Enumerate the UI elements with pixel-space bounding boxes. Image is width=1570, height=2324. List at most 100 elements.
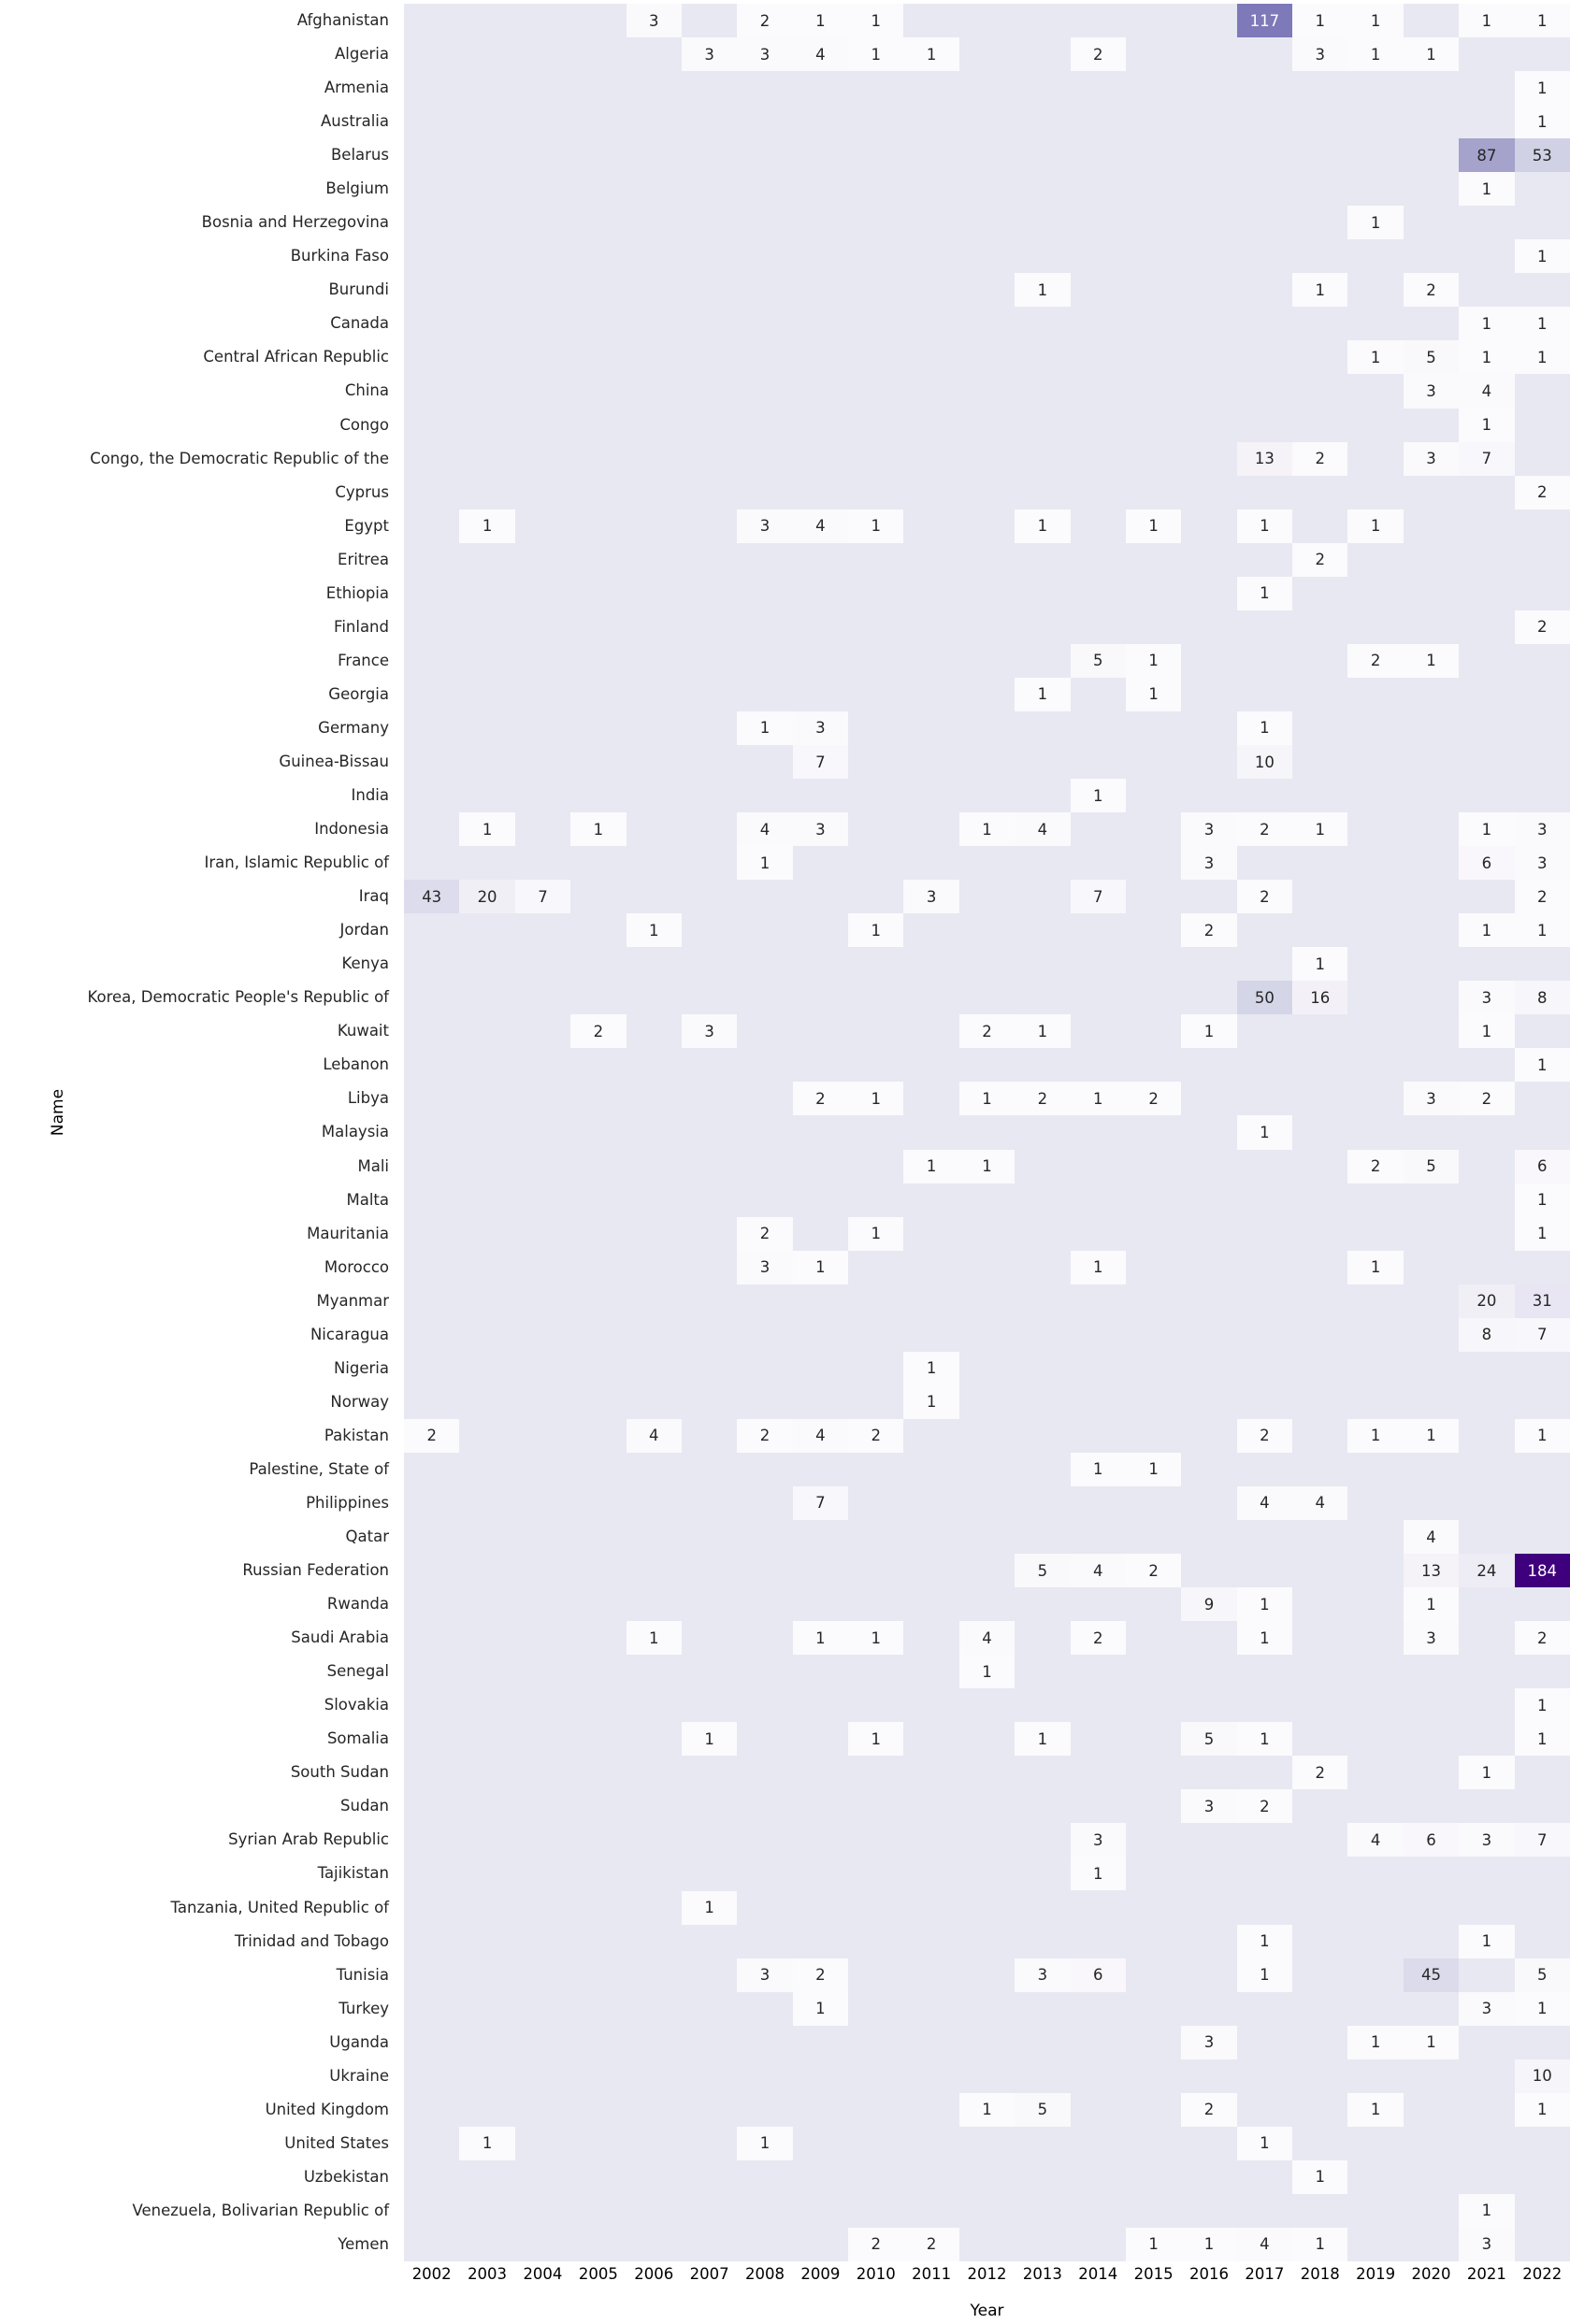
x-tick-label: 2016	[1189, 2265, 1230, 2283]
heatmap-cell: 1	[1015, 1014, 1071, 1049]
heatmap-cell: 1	[1514, 4, 1570, 38]
heatmap-cell: 1	[1347, 340, 1404, 375]
heatmap-cell: 1	[903, 1351, 959, 1385]
y-tick-label: Yemen	[338, 2234, 389, 2253]
heatmap-cell: 1	[1347, 206, 1404, 240]
heatmap-cell: 1	[1459, 2193, 1515, 2228]
heatmap-cell: 3	[1181, 846, 1237, 881]
y-tick-label: Russian Federation	[242, 1561, 389, 1580]
y-tick-label: Myanmar	[316, 1291, 389, 1310]
heatmap-cell: 1	[1403, 2025, 1460, 2059]
heatmap-cell: 8	[1459, 1317, 1515, 1352]
heatmap-cell: 1	[1403, 37, 1460, 72]
heatmap-cell: 1	[1236, 2126, 1293, 2160]
heatmap-cell: 1	[1514, 307, 1570, 341]
heatmap-cell: 1	[1514, 71, 1570, 106]
heatmap-cell: 7	[1514, 1823, 1570, 1858]
heatmap-cell: 3	[1403, 374, 1460, 409]
heatmap-cell: 1	[1125, 509, 1182, 543]
y-tick-label: Burkina Faso	[290, 247, 389, 265]
y-tick-label: Central African Republic	[203, 348, 389, 366]
heatmap-cell: 1	[1347, 4, 1404, 38]
heatmap-cell: 1	[737, 846, 793, 881]
y-tick-label: Ukraine	[329, 2066, 389, 2085]
heatmap-cell: 3	[1015, 1958, 1071, 1992]
x-tick-label: 2021	[1466, 2265, 1506, 2283]
y-tick-label: Ethiopia	[325, 583, 389, 602]
heatmap-cell: 1	[1514, 1722, 1570, 1757]
y-tick-label: Belarus	[330, 146, 389, 165]
heatmap-figure: Name Afghanistan Algeria Armenia Australia B…	[0, 0, 1570, 2324]
y-tick-label: South Sudan	[290, 1763, 389, 1782]
y-tick-label: Iraq	[358, 887, 389, 906]
heatmap-cell: 2	[958, 1014, 1015, 1049]
x-tick-label: 2020	[1411, 2265, 1451, 2283]
heatmap-cell: 1	[626, 913, 682, 948]
heatmap-cell: 4	[1292, 1485, 1348, 1520]
heatmap-cell: 1	[1181, 1014, 1237, 1049]
heatmap-cell: 1	[1459, 340, 1515, 375]
heatmap-cell: 3	[1181, 812, 1237, 847]
y-tick-label: Lebanon	[323, 1055, 389, 1074]
y-tick-label: Sudan	[340, 1797, 389, 1815]
heatmap-cell: 1	[1292, 4, 1348, 38]
heatmap-cell: 3	[1070, 1823, 1126, 1858]
heatmap-cell: 1	[1236, 1587, 1293, 1622]
heatmap-cell: 2	[1015, 1082, 1071, 1116]
heatmap-cell: 5	[1514, 1958, 1570, 1992]
heatmap-cell: 1	[1125, 643, 1182, 678]
heatmap-cell: 2	[737, 1418, 793, 1453]
x-tick-label: 2019	[1356, 2265, 1396, 2283]
heatmap-cell: 4	[792, 509, 849, 543]
y-tick-label: Burundi	[328, 280, 389, 299]
heatmap-cell: 3	[792, 812, 849, 847]
heatmap-cell: 3	[1459, 2227, 1515, 2261]
y-tick-label: Senegal	[326, 1662, 389, 1681]
heatmap-cell: 4	[737, 812, 793, 847]
heatmap-cell: 3	[1459, 1823, 1515, 1858]
heatmap-cell: 3	[1181, 1789, 1237, 1824]
heatmap-cell: 7	[514, 880, 571, 914]
heatmap-cell: 24	[1459, 1554, 1515, 1588]
heatmap-cell: 1	[1015, 677, 1071, 711]
x-tick-label: 2009	[800, 2265, 841, 2283]
heatmap-cell: 7	[792, 1485, 849, 1520]
y-tick-label: Nigeria	[333, 1358, 389, 1377]
heatmap-cell: 4	[1236, 2227, 1293, 2261]
y-tick-label: Georgia	[328, 684, 389, 703]
y-tick-label: Somalia	[326, 1729, 389, 1748]
heatmap-cell: 1	[958, 1149, 1015, 1184]
heatmap-grid: 3 2 1 1 117 1 1 1 1 3 3 4 1 1 2 3 1 1 1 1 87 53 1 1 1 1 1 2 1 1 1 5 1 1 3 4…	[404, 4, 1570, 2261]
heatmap-cell: 1	[1514, 340, 1570, 375]
y-tick-label: Venezuela, Bolivarian Republic of	[132, 2201, 389, 2219]
x-axis-tick-labels: 2002 2003 2004 2005 2006 2007 2008 2009 2010 2011…	[404, 2265, 1570, 2288]
heatmap-cell: 4	[1347, 1823, 1404, 1858]
x-tick-label: 2011	[912, 2265, 952, 2283]
y-tick-label: Tunisia	[336, 1965, 389, 1984]
heatmap-cell: 1	[1514, 1688, 1570, 1723]
heatmap-cell: 117	[1236, 4, 1293, 38]
heatmap-cell: 1	[1292, 947, 1348, 982]
y-tick-label: Mali	[357, 1156, 389, 1175]
heatmap-cell: 9	[1181, 1587, 1237, 1622]
heatmap-cell: 2	[1181, 2092, 1237, 2127]
heatmap-cell: 1	[681, 1722, 738, 1757]
heatmap-cell: 1	[1236, 1924, 1293, 1958]
heatmap-cell: 2	[903, 2227, 959, 2261]
heatmap-cell: 1	[1292, 2227, 1348, 2261]
heatmap-cell: 1	[1514, 2092, 1570, 2127]
y-tick-label: Kuwait	[337, 1022, 389, 1040]
heatmap-cell: 4	[1070, 1554, 1126, 1588]
heatmap-cell: 3	[737, 1250, 793, 1284]
heatmap-cell: 2	[1125, 1554, 1182, 1588]
y-tick-label: Korea, Democratic People's Republic of	[87, 988, 390, 1007]
heatmap-cell: 1	[1347, 509, 1404, 543]
heatmap-cell: 3	[737, 1958, 793, 1992]
x-tick-label: 2005	[578, 2265, 618, 2283]
y-tick-label: Canada	[330, 314, 389, 333]
heatmap-cell: 8	[1514, 981, 1570, 1015]
heatmap-cell: 4	[1015, 812, 1071, 847]
heatmap-cell: 3	[1403, 1621, 1460, 1656]
heatmap-cell: 1	[1015, 509, 1071, 543]
heatmap-cell: 1	[1236, 1958, 1293, 1992]
